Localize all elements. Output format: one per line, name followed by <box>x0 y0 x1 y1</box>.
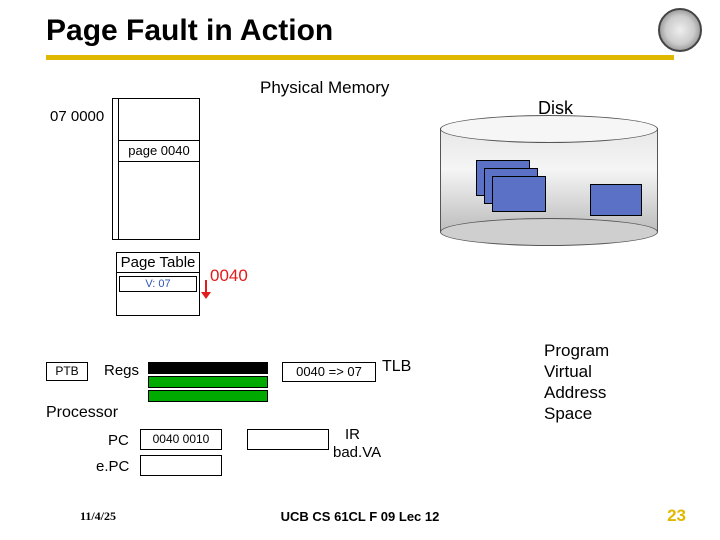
disk-page-icon <box>590 184 642 216</box>
pc-label: PC <box>108 432 129 449</box>
page-table-entry: V: 07 <box>119 276 197 292</box>
page-table-access-index: 0040 <box>210 266 248 286</box>
disk-page-icon <box>492 176 546 212</box>
program-virtual-address-space-label: Program Virtual Address Space <box>544 340 609 424</box>
vas-line: Address <box>544 383 606 402</box>
title-rule <box>46 55 674 60</box>
physical-memory-page-entry: page 0040 <box>118 140 200 162</box>
footer-page-number: 23 <box>667 506 686 526</box>
vas-line: Virtual <box>544 362 592 381</box>
tlb-label: TLB <box>382 358 411 376</box>
ir-register <box>247 429 329 450</box>
badva-label: bad.VA <box>333 444 381 461</box>
ir-label: IR <box>345 426 360 443</box>
page-title: Page Fault in Action <box>46 14 333 48</box>
vas-line: Space <box>544 404 592 423</box>
pc-register: 0040 0010 <box>140 429 222 450</box>
page-table-arrow-icon <box>205 280 207 292</box>
slide-stage: Page Fault in Action Physical Memory 07 … <box>0 0 720 540</box>
register-row-1 <box>148 376 268 388</box>
register-row-2 <box>148 390 268 402</box>
disk-cylinder-icon <box>440 118 656 242</box>
epc-register <box>140 455 222 476</box>
processor-label: Processor <box>46 404 118 422</box>
university-seal-icon <box>658 8 702 52</box>
register-row-0 <box>148 362 268 374</box>
epc-label: e.PC <box>96 458 129 475</box>
regs-label: Regs <box>104 362 139 379</box>
tlb-entry: 0040 => 07 <box>282 362 376 382</box>
physical-memory-address: 07 0000 <box>50 108 104 125</box>
ptb-register: PTB <box>46 362 88 381</box>
physical-memory-box <box>118 98 200 240</box>
footer-course: UCB CS 61CL F 09 Lec 12 <box>0 509 720 524</box>
page-table-label: Page Table <box>116 252 200 272</box>
physical-memory-label: Physical Memory <box>260 78 389 98</box>
vas-line: Program <box>544 341 609 360</box>
